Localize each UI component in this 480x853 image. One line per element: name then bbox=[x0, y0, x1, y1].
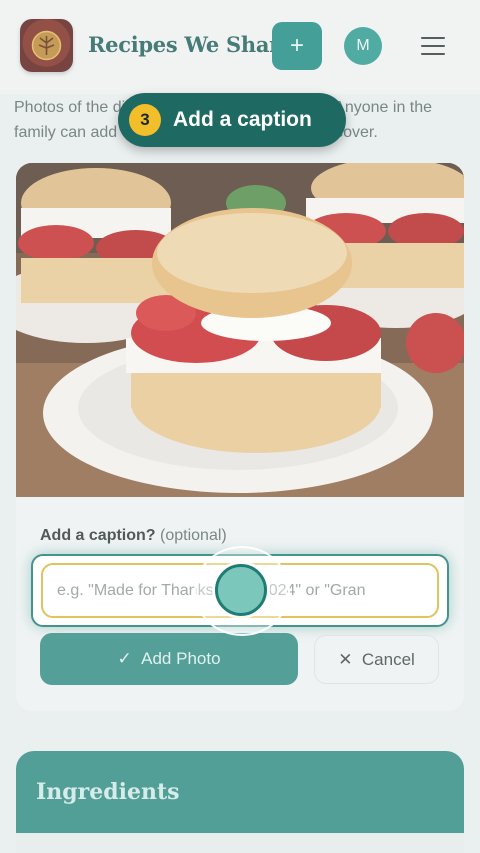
ingredients-title: Ingredients bbox=[36, 779, 180, 805]
avatar[interactable]: M bbox=[344, 27, 382, 65]
hamburger-menu-icon[interactable] bbox=[421, 37, 445, 55]
tap-indicator bbox=[215, 564, 267, 616]
plus-icon: + bbox=[289, 32, 304, 59]
cancel-button[interactable]: ✕ Cancel bbox=[314, 635, 439, 684]
app-header: Recipes We Share + M bbox=[0, 0, 480, 94]
x-icon: ✕ bbox=[338, 650, 353, 669]
app-title: Recipes We Share bbox=[88, 32, 293, 57]
dish-photo bbox=[16, 163, 464, 497]
tour-step-pill: 3 Add a caption bbox=[118, 93, 346, 147]
check-icon: ✓ bbox=[117, 649, 132, 668]
add-recipe-button[interactable]: + bbox=[272, 22, 322, 70]
step-number-badge: 3 bbox=[129, 104, 161, 136]
ingredients-section: Ingredients bbox=[16, 751, 464, 853]
caption-label: Add a caption? (optional) bbox=[40, 527, 227, 544]
add-photo-button[interactable]: ✓ Add Photo bbox=[40, 633, 298, 685]
caption-optional-hint: (optional) bbox=[160, 527, 227, 544]
tour-step-label: Add a caption bbox=[173, 108, 312, 131]
tree-logo-icon[interactable] bbox=[20, 19, 73, 72]
ingredients-body bbox=[16, 833, 464, 853]
